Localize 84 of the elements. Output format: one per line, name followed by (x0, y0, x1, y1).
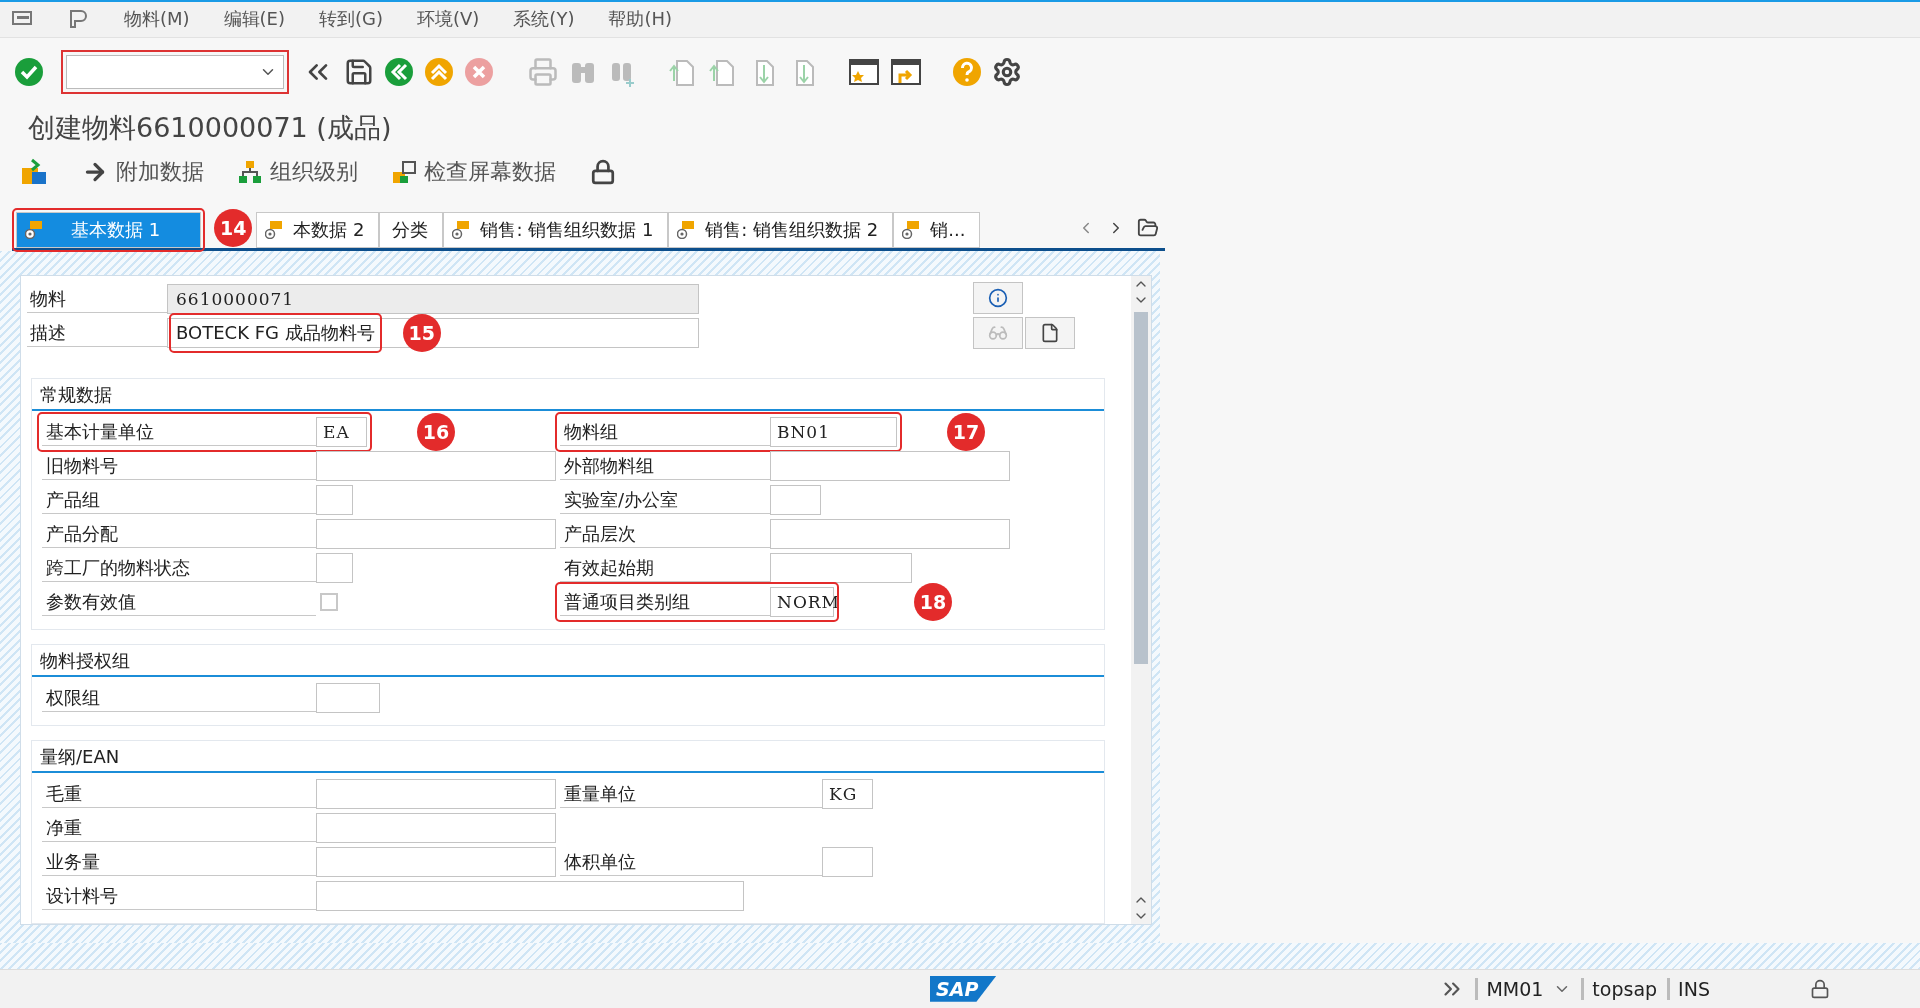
input-field[interactable] (316, 880, 744, 911)
input-field[interactable] (316, 552, 353, 583)
info-icon (988, 287, 1008, 308)
document-icon (1040, 322, 1060, 343)
field-label: 业务量 (42, 847, 316, 877)
save-icon[interactable] (344, 57, 374, 88)
tab[interactable]: 销售: 销售组织数据 1 (443, 211, 669, 248)
sap-logo: SAP (930, 975, 997, 1002)
input-field[interactable] (770, 552, 912, 583)
scrollbar[interactable] (1131, 275, 1151, 924)
field-label: 基本计量单位 (42, 417, 316, 447)
check-icon[interactable] (14, 57, 44, 88)
group-title: 物料授权组 (32, 644, 1104, 677)
shortcut-icon[interactable] (890, 57, 922, 88)
field-label: 旧物料号 (42, 451, 316, 481)
cancel-icon[interactable] (464, 57, 494, 88)
menu-item[interactable]: 系统(Y) (513, 7, 575, 32)
callout-number: 14 (214, 209, 253, 248)
tab-status-icon (902, 220, 921, 239)
menu-item[interactable]: 转到(G) (319, 7, 383, 32)
field-label: 参数有效值 (42, 587, 316, 617)
input-field[interactable]: KG (822, 778, 873, 809)
lock-icon[interactable] (1810, 978, 1830, 999)
display-field: 6610000071 (167, 283, 699, 314)
help-icon[interactable] (952, 57, 982, 88)
lock-icon[interactable] (590, 158, 616, 185)
field-label: 产品分配 (42, 519, 316, 549)
info-button[interactable] (973, 281, 1023, 314)
menu-item[interactable]: 物料(M) (124, 7, 190, 32)
input-field[interactable] (316, 518, 556, 549)
field-label: 产品组 (42, 485, 316, 515)
field-label: 跨工厂的物料状态 (42, 553, 316, 583)
document-button[interactable] (1025, 316, 1075, 349)
tab-status-icon (265, 220, 284, 239)
group-title: 常规数据 (32, 378, 1104, 411)
settings-icon[interactable] (992, 57, 1022, 88)
tab[interactable]: 销... (893, 211, 981, 248)
transaction-code: MM01 (1475, 977, 1544, 1000)
field-label: 权限组 (42, 683, 316, 713)
tab-status-icon (452, 220, 471, 239)
field-label: 重量单位 (560, 779, 822, 809)
hierarchy-icon (238, 159, 262, 184)
input-field[interactable] (316, 484, 353, 515)
new-window-icon[interactable] (848, 57, 880, 88)
toolbar-button[interactable]: 检查屏幕数据 (392, 156, 556, 187)
tab-status-icon (677, 220, 696, 239)
input-mode: INS (1667, 977, 1710, 1000)
layout-icon[interactable] (68, 9, 90, 30)
checkbox[interactable] (320, 592, 338, 611)
callout-number: 17 (947, 412, 985, 451)
menu-item[interactable]: 环境(V) (417, 7, 480, 32)
field-label: 设计料号 (42, 881, 316, 911)
transfer-icon[interactable] (20, 157, 48, 186)
input-field[interactable] (316, 450, 556, 481)
print-icon[interactable] (528, 57, 558, 88)
tab-status-icon (25, 220, 43, 239)
input-field[interactable] (770, 484, 821, 515)
field-label: 净重 (42, 813, 316, 843)
exit-icon[interactable] (424, 57, 454, 88)
input-field[interactable]: BN01 (770, 416, 897, 447)
tab[interactable]: 本数据 2 (256, 211, 380, 248)
input-field[interactable] (316, 682, 380, 713)
check-screen-icon (392, 159, 416, 184)
tab[interactable]: 销售: 销售组织数据 2 (668, 211, 894, 248)
input-field[interactable]: EA (316, 416, 367, 447)
toolbar-button[interactable]: 附加数据 (82, 156, 204, 187)
callout-number: 18 (914, 582, 952, 621)
menu-item[interactable]: 帮助(H) (608, 7, 672, 32)
screen-title: 创建物料6610000071 (成品) (27, 111, 393, 146)
tab[interactable]: 分类 (379, 211, 444, 248)
callout-number: 16 (417, 412, 455, 451)
input-field[interactable] (316, 846, 556, 877)
input-field[interactable] (822, 846, 873, 877)
menu-item[interactable]: 编辑(E) (223, 7, 285, 32)
group-title: 量纲/EAN (32, 740, 1104, 773)
field-label: 毛重 (42, 779, 316, 809)
input-field[interactable] (316, 812, 556, 843)
input-field[interactable] (770, 450, 1010, 481)
field-label: 体积单位 (560, 847, 822, 877)
input-field[interactable] (316, 778, 556, 809)
toolbar-button[interactable]: 组织级别 (238, 156, 358, 187)
input-field[interactable] (770, 518, 1010, 549)
callout-number: 15 (402, 313, 441, 352)
system-user: topsap (1581, 977, 1658, 1000)
